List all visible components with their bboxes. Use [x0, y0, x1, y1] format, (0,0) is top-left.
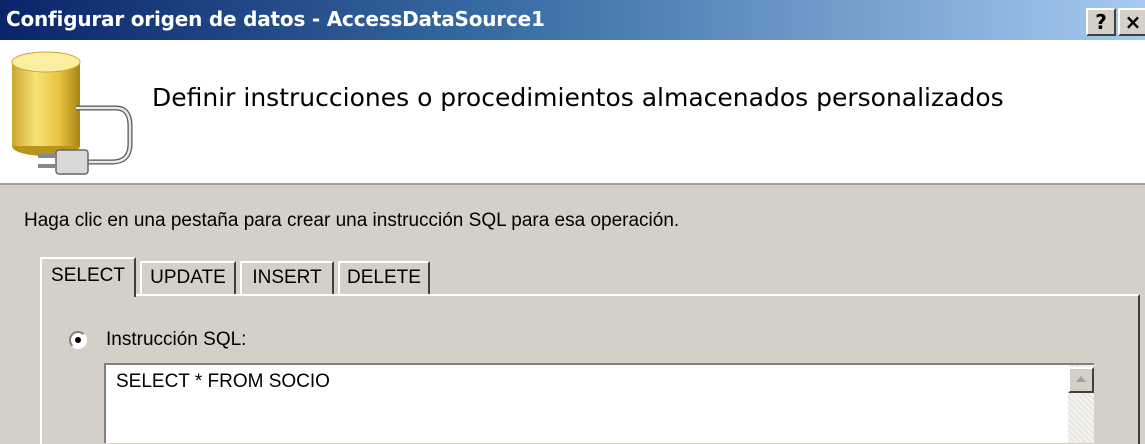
sql-statement-radio[interactable] — [69, 331, 87, 349]
scroll-up-button[interactable] — [1068, 367, 1094, 393]
help-button[interactable]: ? — [1086, 8, 1116, 36]
wizard-header: Definir instrucciones o procedimientos a… — [0, 40, 1145, 185]
radio-checked-dot — [75, 337, 81, 343]
sql-statement-text[interactable]: SELECT * FROM SOCIO — [116, 371, 330, 393]
tab-select[interactable]: SELECT — [40, 257, 136, 297]
tab-delete[interactable]: DELETE — [338, 261, 430, 295]
close-button[interactable]: × — [1118, 8, 1145, 36]
wizard-step-title: Definir instrucciones o procedimientos a… — [152, 83, 1004, 112]
database-icon — [11, 51, 133, 175]
instructions-text: Haga clic en una pestaña para crear una … — [24, 210, 680, 231]
sql-statement-textarea[interactable]: SELECT * FROM SOCIO — [104, 363, 1094, 443]
title-bar: Configurar origen de datos - AccessDataS… — [0, 0, 1145, 40]
sql-statement-radio-label[interactable]: Instrucción SQL: — [106, 329, 246, 351]
window-title: Configurar origen de datos - AccessDataS… — [6, 7, 545, 31]
tab-update[interactable]: UPDATE — [140, 261, 236, 295]
tab-insert[interactable]: INSERT — [240, 261, 334, 295]
vertical-scrollbar[interactable] — [1068, 365, 1094, 443]
